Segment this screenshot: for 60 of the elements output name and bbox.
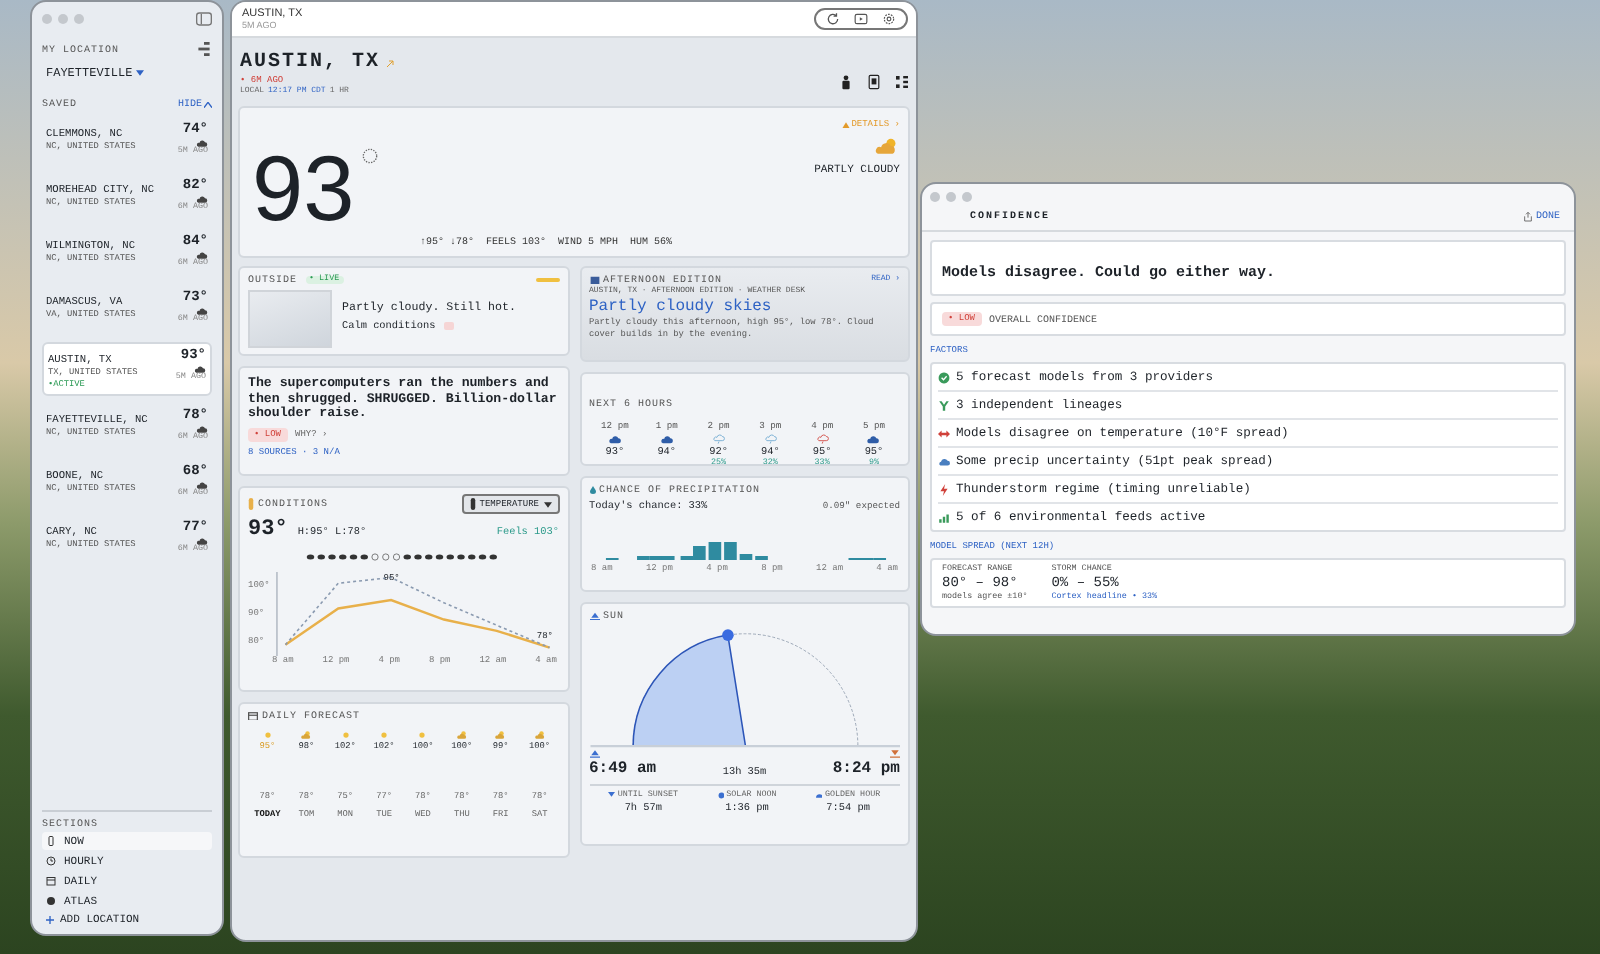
sun-cloud-icon: [455, 730, 468, 740]
phone-icon: [46, 836, 56, 846]
alert-badge: [443, 322, 454, 330]
y-axis-line: [276, 572, 278, 656]
rain-cloud-icon: [711, 434, 726, 444]
half-sun-icon: [815, 792, 823, 800]
sunset-time: 8:24 pm: [832, 760, 900, 778]
cloud-icon: [196, 138, 208, 148]
calendar-icon: [248, 711, 258, 721]
sun-icon: [378, 730, 391, 740]
sunset-icon: [889, 750, 900, 758]
refresh-icon[interactable]: [826, 12, 840, 26]
rain-cloud-icon: [763, 434, 778, 444]
caret-down-icon: [136, 70, 145, 76]
cloud-icon: [196, 424, 208, 434]
list-icon[interactable]: [196, 42, 212, 56]
thermometer-icon: [469, 498, 476, 510]
edition-headline: Partly cloudy skies: [589, 298, 774, 316]
person-icon[interactable]: [840, 74, 852, 90]
warning-icon: [841, 121, 850, 129]
cloud-icon: [196, 250, 208, 260]
dotted-circle-icon: [362, 148, 379, 164]
cloud-icon: [196, 306, 208, 316]
sun-cloud-icon: [533, 730, 546, 740]
sun-icon: [261, 730, 274, 740]
cloud-icon: [607, 434, 622, 444]
sun-cloud-icon: [874, 136, 900, 156]
current-temperature: 93°: [248, 518, 288, 542]
sunset-icon: [608, 792, 616, 800]
list-icon[interactable]: [896, 74, 908, 90]
cloud-icon: [659, 434, 674, 444]
sunrise-time: 6:49 am: [589, 760, 657, 778]
cloud-icon: [196, 194, 208, 204]
droplet-icon: [589, 484, 595, 496]
location-arrow-icon: [386, 59, 395, 67]
thermometer-icon: [248, 498, 254, 510]
sun-icon: [717, 792, 725, 800]
sun-cloud-icon: [300, 730, 313, 740]
calendar-icon: [46, 876, 56, 886]
current-temperature: 93: [252, 142, 355, 234]
cloud-icon: [194, 364, 206, 374]
clock-icon: [46, 856, 56, 866]
caret-down-icon: [543, 501, 551, 507]
sunrise-icon: [589, 750, 599, 758]
sun-icon: [416, 730, 429, 740]
sun-cloud-icon: [494, 730, 507, 740]
storm-cloud-icon: [815, 434, 830, 444]
sun-icon: [339, 730, 352, 740]
cloud-icon: [196, 536, 208, 546]
sidebar-toggle-icon[interactable]: [196, 12, 212, 26]
caret-up-icon: [204, 101, 212, 107]
settings-icon[interactable]: [882, 12, 896, 26]
play-icon[interactable]: [854, 12, 868, 26]
sunrise-icon: [589, 611, 599, 621]
city-title: AUSTIN, TX: [240, 52, 381, 74]
document-icon[interactable]: [868, 74, 880, 90]
cloud-icon: [196, 480, 208, 490]
plus-icon: [46, 915, 54, 923]
share-icon: [1523, 211, 1532, 221]
cloud-icon: [866, 434, 881, 444]
